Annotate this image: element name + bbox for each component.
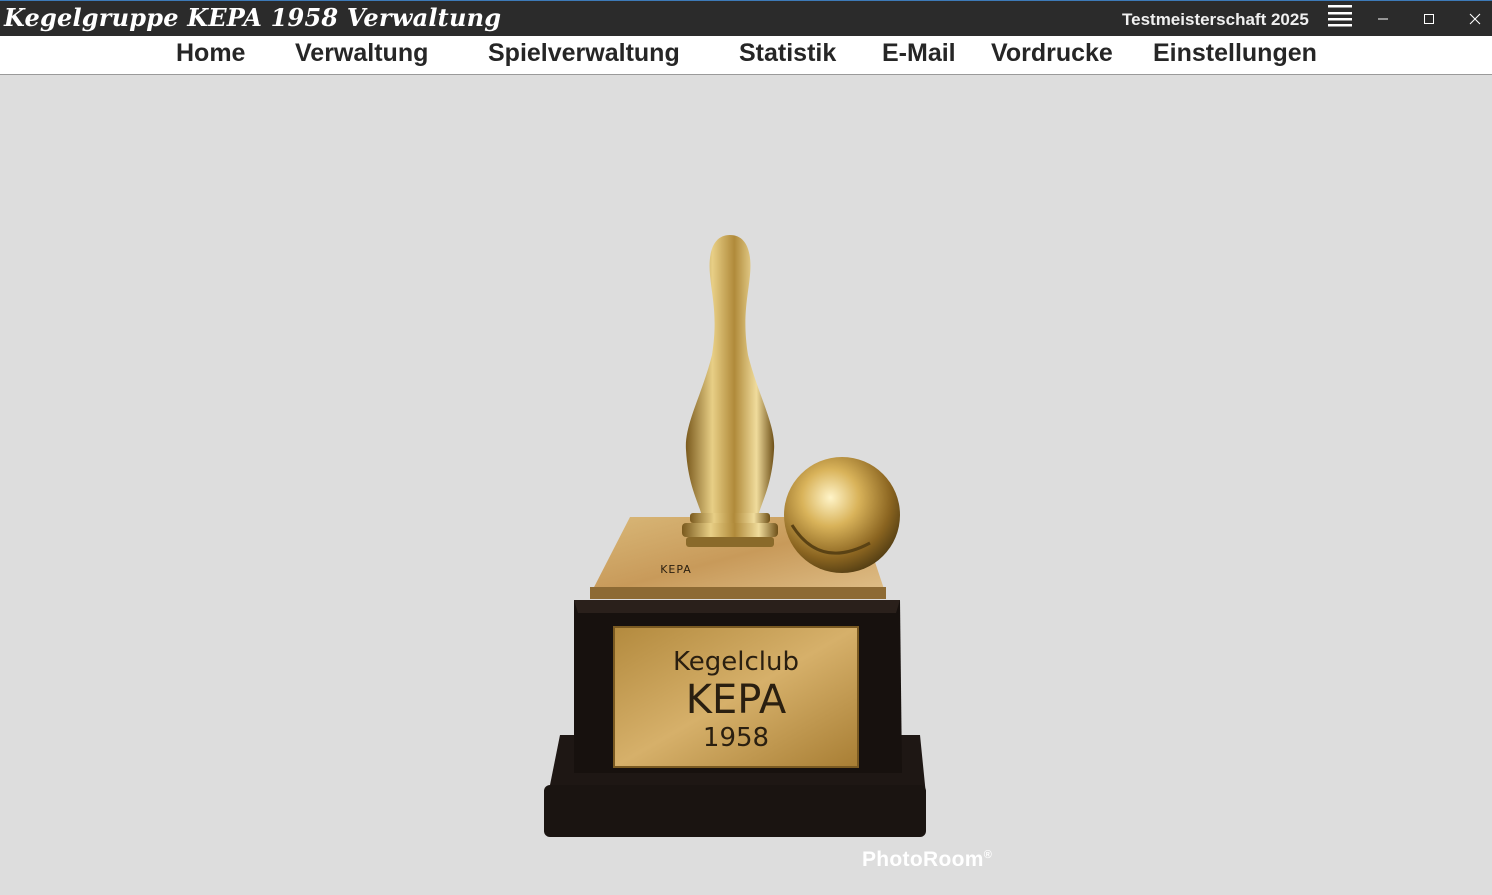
title-bar: Kegelgruppe KEPA 1958 Verwaltung Testmei… <box>0 0 1492 36</box>
championship-label: Testmeisterschaft 2025 <box>1122 10 1309 29</box>
main-menu: Home Verwaltung Spielverwaltung Statisti… <box>0 36 1492 75</box>
close-icon <box>1469 13 1481 25</box>
top-engraving: KEPA <box>660 563 692 576</box>
photoroom-watermark: PhotoRoom® <box>862 848 992 872</box>
minimize-icon <box>1378 18 1388 20</box>
menu-item-spielverwaltung[interactable]: Spielverwaltung <box>488 39 680 68</box>
watermark-text: PhotoRoom <box>862 848 984 871</box>
menu-item-statistik[interactable]: Statistik <box>739 39 836 68</box>
plaque-line-2: KEPA <box>685 677 787 723</box>
menu-item-email[interactable]: E-Mail <box>882 39 956 68</box>
menu-item-einstellungen[interactable]: Einstellungen <box>1153 39 1317 68</box>
plaque-line-3: 1958 <box>702 723 770 753</box>
menu-item-vordrucke[interactable]: Vordrucke <box>991 39 1113 68</box>
plaque-line-1: Kegelclub <box>673 647 799 677</box>
trophy-image: KEPA Kegelclub KEPA 1958 <box>530 225 950 845</box>
watermark-mark: ® <box>983 849 993 861</box>
app-title: Kegelgruppe KEPA 1958 Verwaltung <box>4 3 502 32</box>
menu-item-verwaltung[interactable]: Verwaltung <box>295 39 428 68</box>
minimize-button[interactable] <box>1360 1 1406 37</box>
hamburger-icon[interactable] <box>1326 5 1354 29</box>
menu-item-home[interactable]: Home <box>176 39 245 68</box>
close-button[interactable] <box>1446 1 1492 37</box>
